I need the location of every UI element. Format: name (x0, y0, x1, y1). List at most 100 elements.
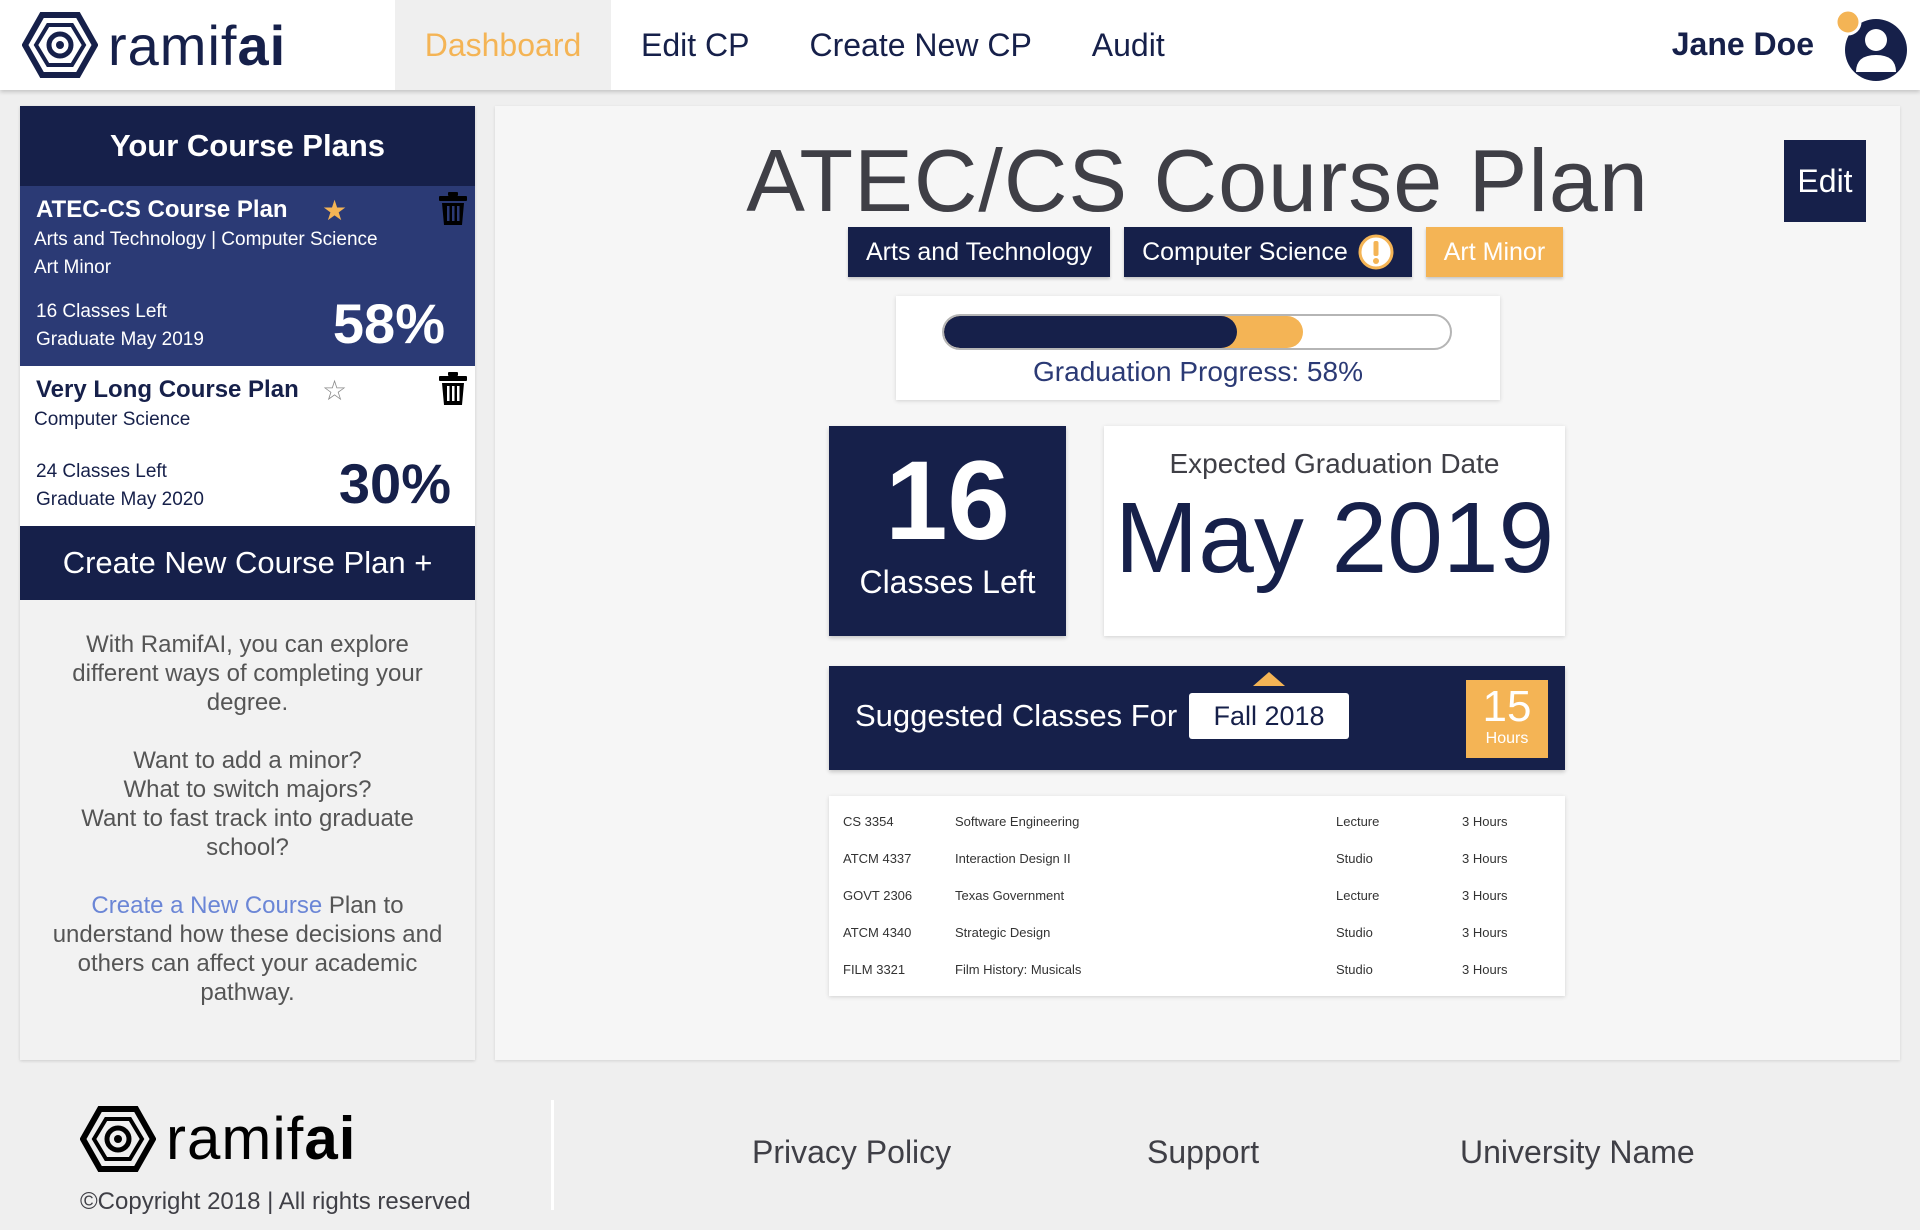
user-avatar-icon[interactable] (1832, 6, 1908, 82)
hours-badge: 15 Hours (1466, 680, 1548, 758)
plan-graduate-date: Graduate May 2020 (36, 489, 204, 510)
footer-logo[interactable]: ramifai (80, 1104, 356, 1173)
course-type: Studio (1336, 851, 1373, 866)
caret-up-icon[interactable] (1253, 672, 1285, 686)
course-type: Studio (1336, 962, 1373, 977)
nav-audit[interactable]: Audit (1062, 0, 1195, 90)
top-header: ramifai Dashboard Edit CP Create New CP … (0, 0, 1920, 90)
graduation-progress-card: Graduation Progress: 58% (896, 296, 1500, 400)
course-name: Texas Government (955, 888, 1065, 903)
brand-wordmark: ramifai (166, 1105, 357, 1172)
table-row[interactable]: FILM 3321 Film History: Musicals Studio … (829, 951, 1565, 988)
plan-percent: 30% (338, 452, 451, 515)
footer-link-university[interactable]: University Name (1460, 1134, 1695, 1171)
course-type: Lecture (1336, 814, 1380, 829)
sidebar-title: Your Course Plans (20, 106, 475, 186)
plan-majors: Computer Science (34, 406, 190, 434)
footer-link-privacy[interactable]: Privacy Policy (752, 1134, 951, 1171)
plan-percent: 58% (332, 292, 445, 355)
hours-value: 15 (1482, 682, 1532, 731)
classes-left-label: Classes Left (859, 564, 1036, 600)
graduation-date-label: Expected Graduation Date (1169, 448, 1500, 479)
edit-button[interactable]: Edit (1784, 140, 1866, 222)
table-row[interactable]: CS 3354 Software Engineering Lecture 3 H… (829, 803, 1565, 840)
tag-minor-art[interactable]: Art Minor (1425, 227, 1564, 277)
plan-minor-text: Art Minor (34, 257, 112, 278)
course-plan-card-atec-cs[interactable]: ATEC-CS Course Plan ★ Arts and Technolog… (20, 186, 475, 366)
ramifai-logo-icon (80, 1105, 156, 1172)
course-hours: 3 Hours (1462, 851, 1508, 866)
suggested-label: Suggested Classes For (855, 698, 1178, 733)
program-tags: Arts and Technology Computer Science Art… (848, 227, 1564, 277)
ramifai-logo-icon (22, 12, 98, 78)
term-selector[interactable]: Fall 2018 (1189, 693, 1349, 739)
plan-status: 24 Classes Left Graduate May 2020 (36, 458, 204, 514)
star-icon[interactable]: ★ (322, 194, 347, 227)
main-nav: Dashboard Edit CP Create New CP Audit (395, 0, 1195, 90)
table-row[interactable]: GOVT 2306 Texas Government Lecture 3 Hou… (829, 877, 1565, 914)
plan-name: Very Long Course Plan (36, 376, 299, 403)
nav-create-new-cp[interactable]: Create New CP (779, 0, 1061, 90)
classes-left-count: 16 (885, 438, 1010, 563)
tag-major-computer-science[interactable]: Computer Science (1124, 227, 1412, 277)
info-question: What to switch majors? (123, 776, 372, 803)
course-hours: 3 Hours (1462, 962, 1508, 977)
course-hours: 3 Hours (1462, 925, 1508, 940)
trash-icon[interactable] (438, 192, 468, 226)
hours-label: Hours (1485, 730, 1529, 747)
course-type: Lecture (1336, 888, 1380, 903)
suggested-classes-bar: Suggested Classes For Fall 2018 15 Hours (829, 666, 1565, 770)
table-row[interactable]: ATCM 4340 Strategic Design Studio 3 Hour… (829, 914, 1565, 951)
plan-status: 16 Classes Left Graduate May 2019 (36, 298, 204, 354)
nav-edit-cp[interactable]: Edit CP (611, 0, 779, 90)
progress-completed-fill (944, 316, 1238, 348)
table-row[interactable]: ATCM 4337 Interaction Design II Studio 3… (829, 840, 1565, 877)
course-code: FILM 3321 (843, 962, 906, 977)
plan-classes-left: 24 Classes Left (36, 461, 167, 482)
footer-divider (551, 1100, 554, 1210)
copyright: ©Copyright 2018 | All rights reserved (80, 1188, 471, 1215)
info-paragraph: With RamifAI, you can explore different … (72, 631, 423, 716)
progress-bar (942, 314, 1452, 350)
warning-icon[interactable] (1358, 234, 1394, 270)
course-name: Film History: Musicals (955, 962, 1082, 977)
sidebar-info: With RamifAI, you can explore different … (20, 600, 475, 1007)
info-cta: Create a New Course Plan to understand h… (44, 891, 451, 1007)
course-name: Software Engineering (955, 814, 1080, 829)
plan-majors-text: Computer Science (34, 409, 191, 430)
classes-left-card: 16 Classes Left (829, 426, 1066, 636)
graduation-date-card: Expected Graduation Date May 2019 (1104, 426, 1565, 636)
brand-logo[interactable]: ramifai (22, 12, 286, 78)
nav-dashboard[interactable]: Dashboard (395, 0, 611, 90)
plan-majors: Arts and Technology | Computer Science A… (34, 226, 378, 282)
course-plans-sidebar: Your Course Plans ATEC-CS Course Plan ★ … (20, 106, 475, 1060)
graduation-date-value: May 2019 (1114, 482, 1555, 594)
page-footer: ramifai ©Copyright 2018 | All rights res… (0, 1080, 1920, 1230)
plan-graduate-date: Graduate May 2019 (36, 329, 204, 350)
tag-label: Computer Science (1142, 237, 1348, 266)
course-name: Interaction Design II (955, 851, 1071, 866)
info-questions: Want to add a minor? What to switch majo… (44, 746, 451, 862)
plan-name: ATEC-CS Course Plan (36, 196, 288, 223)
footer-link-support[interactable]: Support (1147, 1134, 1259, 1171)
create-course-link[interactable]: Create a New Course (91, 892, 322, 919)
info-question: Want to fast track into graduate school? (81, 805, 414, 861)
course-name: Strategic Design (955, 925, 1051, 940)
trash-icon[interactable] (438, 372, 468, 406)
course-hours: 3 Hours (1462, 888, 1508, 903)
course-hours: 3 Hours (1462, 814, 1508, 829)
tag-label: Arts and Technology (866, 237, 1093, 266)
course-plan-card-very-long[interactable]: Very Long Course Plan ☆ Computer Science… (20, 366, 475, 526)
create-course-plan-button[interactable]: Create New Course Plan + (20, 526, 475, 600)
course-code: CS 3354 (843, 814, 894, 829)
brand-wordmark: ramifai (108, 13, 287, 77)
tag-major-arts-technology[interactable]: Arts and Technology (848, 227, 1111, 277)
course-code: GOVT 2306 (843, 888, 913, 903)
tag-label: Art Minor (1443, 237, 1546, 266)
star-icon[interactable]: ☆ (322, 374, 347, 407)
user-name[interactable]: Jane Doe (1672, 26, 1814, 63)
course-code: ATCM 4337 (843, 851, 912, 866)
info-question: Want to add a minor? (133, 747, 362, 774)
progress-label: Graduation Progress: 58% (1033, 356, 1363, 387)
plan-majors-text: Arts and Technology | Computer Science (34, 229, 378, 250)
